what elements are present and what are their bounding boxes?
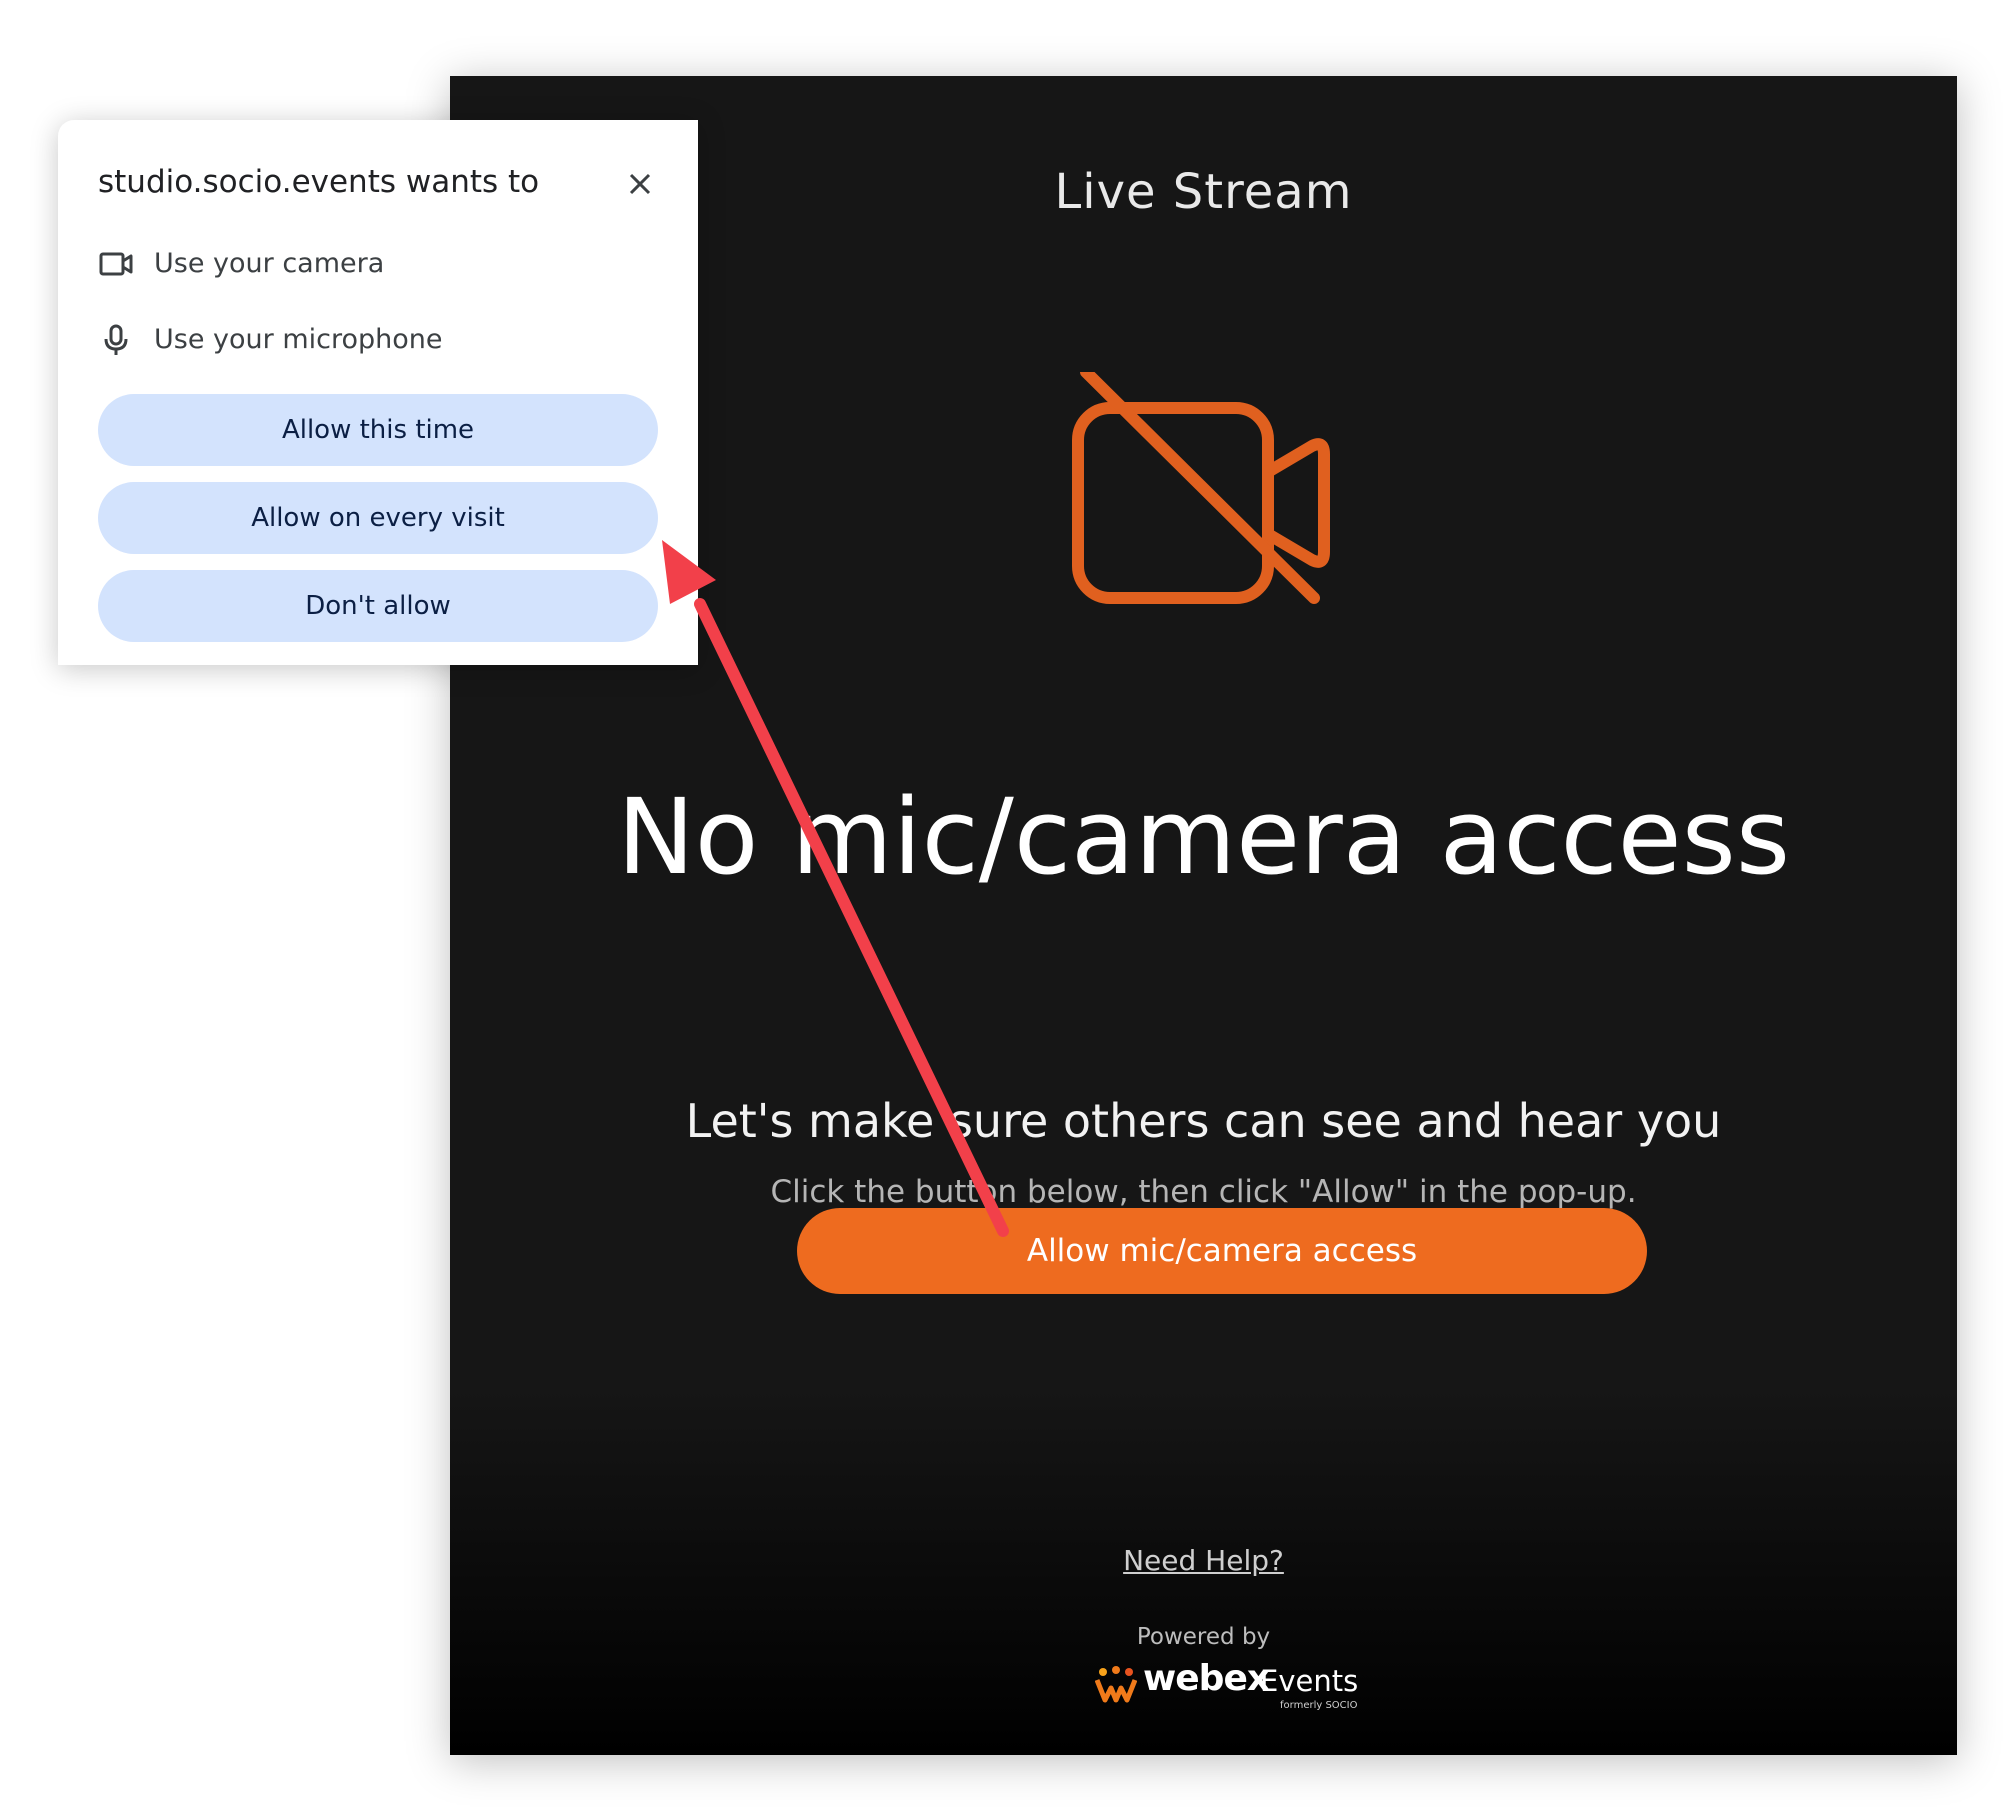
logo-wordmark: webex [1143, 1658, 1270, 1699]
logo-events: Events [1260, 1664, 1359, 1698]
popup-title: studio.socio.events wants to [98, 164, 540, 200]
webex-events-logo: webex Events formerly SOCIO [1095, 1658, 1365, 1714]
need-help-link[interactable]: Need Help? [450, 1544, 1957, 1577]
permission-label: Use your camera [154, 248, 385, 279]
dont-allow-button[interactable]: Don't allow [98, 570, 658, 642]
camera-icon [99, 252, 133, 276]
instruction-text: Click the button below, then click "Allo… [770, 1174, 1637, 1210]
microphone-icon [104, 324, 128, 355]
permission-label: Use your microphone [154, 324, 443, 355]
powered-by-label: Powered by [1136, 1624, 1271, 1650]
headline: No mic/camera access [616, 776, 1791, 898]
permission-popup: studio.socio.events wants to Use your ca… [58, 120, 698, 665]
allow-mic-camera-button[interactable]: Allow mic/camera access [797, 1208, 1647, 1294]
webex-mark-icon [1095, 1666, 1137, 1703]
close-icon[interactable] [626, 170, 654, 198]
allow-this-time-button[interactable]: Allow this time [98, 394, 658, 466]
camera-off-icon [1072, 372, 1330, 604]
allow-every-visit-button[interactable]: Allow on every visit [98, 482, 658, 554]
logo-formerly: formerly SOCIO [1280, 1700, 1358, 1711]
subheadline: Let's make sure others can see and hear … [685, 1094, 1722, 1148]
